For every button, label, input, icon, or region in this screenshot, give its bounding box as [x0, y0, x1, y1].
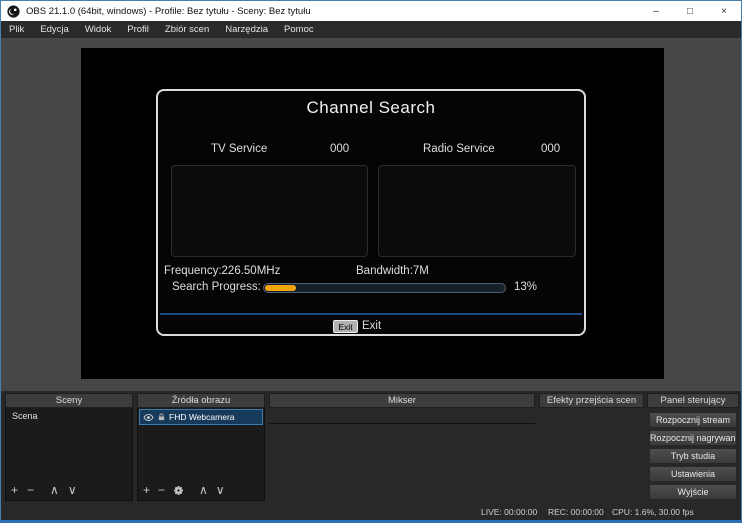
radio-service-value: 000 [541, 143, 560, 155]
dialog-separator [160, 313, 582, 315]
menu-bar: Plik Edycja Widok Profil Zbiór scen Narz… [1, 21, 741, 38]
controls-panel-title: Panel sterujący [647, 393, 739, 408]
dialog-title: Channel Search [158, 98, 584, 118]
mixer-panel: Mikser Urządzenie audio 0.0 dB -60-55-50… [269, 393, 535, 501]
cpu-fps: CPU: 1.6%, 30.00 fps [612, 507, 694, 517]
menu-plik[interactable]: Plik [1, 22, 32, 37]
frequency-row: Frequency:226.50MHz [164, 265, 280, 277]
status-bar: LIVE: 00:00:00 REC: 00:00:00 CPU: 1.6%, … [1, 504, 741, 521]
source-down-button[interactable]: ∨ [216, 483, 225, 497]
mixer-panel-title: Mikser [269, 393, 535, 408]
bandwidth-row: Bandwidth:7M [356, 265, 429, 277]
tv-service-label: TV Service [211, 143, 267, 155]
source-list-item-selected[interactable]: FHD Webcamera [139, 409, 263, 425]
search-progress-fill [265, 285, 296, 291]
radio-service-list [378, 165, 576, 257]
controls-panel: Panel sterujący Rozpocznij stream Rozpoc… [647, 393, 739, 501]
add-source-button[interactable]: + [143, 483, 150, 497]
scene-list-item[interactable]: Scena [6, 408, 132, 424]
exit-app-button[interactable]: Wyjście [649, 484, 737, 500]
settings-button[interactable]: Ustawienia [649, 466, 737, 482]
tv-service-list [171, 165, 368, 257]
source-name: FHD Webcamera [169, 412, 235, 422]
source-up-button[interactable]: ∧ [199, 483, 208, 497]
menu-widok[interactable]: Widok [77, 22, 119, 37]
obs-window: OBS 21.1.0 (64bit, windows) - Profile: B… [0, 0, 742, 523]
rec-time: REC: 00:00:00 [548, 507, 604, 517]
studio-mode-button[interactable]: Tryb studia [649, 448, 737, 464]
lock-icon[interactable] [157, 412, 166, 422]
search-progress-percent: 13% [514, 281, 537, 293]
radio-service-label: Radio Service [423, 143, 495, 155]
menu-zbior-scen[interactable]: Zbiór scen [157, 22, 217, 37]
tv-service-value: 000 [330, 143, 349, 155]
start-recording-button[interactable]: Rozpocznij nagrywanie [649, 430, 737, 446]
scene-down-button[interactable]: ∨ [68, 483, 77, 497]
channel-search-dialog: Channel Search TV Service 000 Radio Serv… [156, 89, 586, 336]
bandwidth-label: Bandwidth: [356, 265, 413, 277]
start-streaming-button[interactable]: Rozpocznij stream [649, 412, 737, 428]
sources-panel-title: Źródła obrazu [137, 393, 265, 408]
menu-pomoc[interactable]: Pomoc [276, 22, 322, 37]
scene-up-button[interactable]: ∧ [50, 483, 59, 497]
preview-area: Channel Search TV Service 000 Radio Serv… [1, 38, 741, 391]
menu-narzedzia[interactable]: Narzędzia [217, 22, 276, 37]
frequency-label: Frequency: [164, 265, 222, 277]
sources-panel: Źródła obrazu FHD Webcamera + − [137, 393, 265, 501]
menu-edycja[interactable]: Edycja [32, 22, 77, 37]
exit-button[interactable]: Exit [333, 320, 358, 333]
window-title: OBS 21.1.0 (64bit, windows) - Profile: B… [26, 6, 311, 17]
add-scene-button[interactable]: + [11, 483, 18, 497]
bandwidth-value: 7M [413, 265, 429, 277]
close-button[interactable]: × [707, 1, 741, 21]
transitions-panel: Efekty przejścia scen Zanikanie ▲▼ + − C… [539, 393, 644, 501]
frequency-value: 226.50MHz [222, 265, 281, 277]
minimize-button[interactable]: – [639, 1, 673, 21]
maximize-button[interactable]: □ [673, 1, 707, 21]
remove-scene-button[interactable]: − [27, 483, 34, 497]
exit-label: Exit [362, 320, 381, 332]
obs-logo-icon [7, 5, 20, 18]
search-progress-label: Search Progress: [172, 281, 261, 293]
transitions-panel-title: Efekty przejścia scen [539, 393, 644, 408]
menu-profil[interactable]: Profil [119, 22, 157, 37]
titlebar: OBS 21.1.0 (64bit, windows) - Profile: B… [1, 1, 741, 21]
remove-source-button[interactable]: − [158, 483, 165, 497]
source-settings-gear-icon[interactable] [173, 485, 184, 496]
preview-video[interactable]: Channel Search TV Service 000 Radio Serv… [81, 48, 664, 379]
scenes-panel: Sceny Scena + − ∧ ∨ [5, 393, 133, 501]
live-time: LIVE: 00:00:00 [481, 507, 537, 517]
scenes-panel-title: Sceny [5, 393, 133, 408]
visibility-eye-icon[interactable] [143, 412, 154, 423]
dock: Sceny Scena + − ∧ ∨ Źródła obrazu [1, 391, 741, 504]
search-progress-bar [263, 283, 506, 293]
